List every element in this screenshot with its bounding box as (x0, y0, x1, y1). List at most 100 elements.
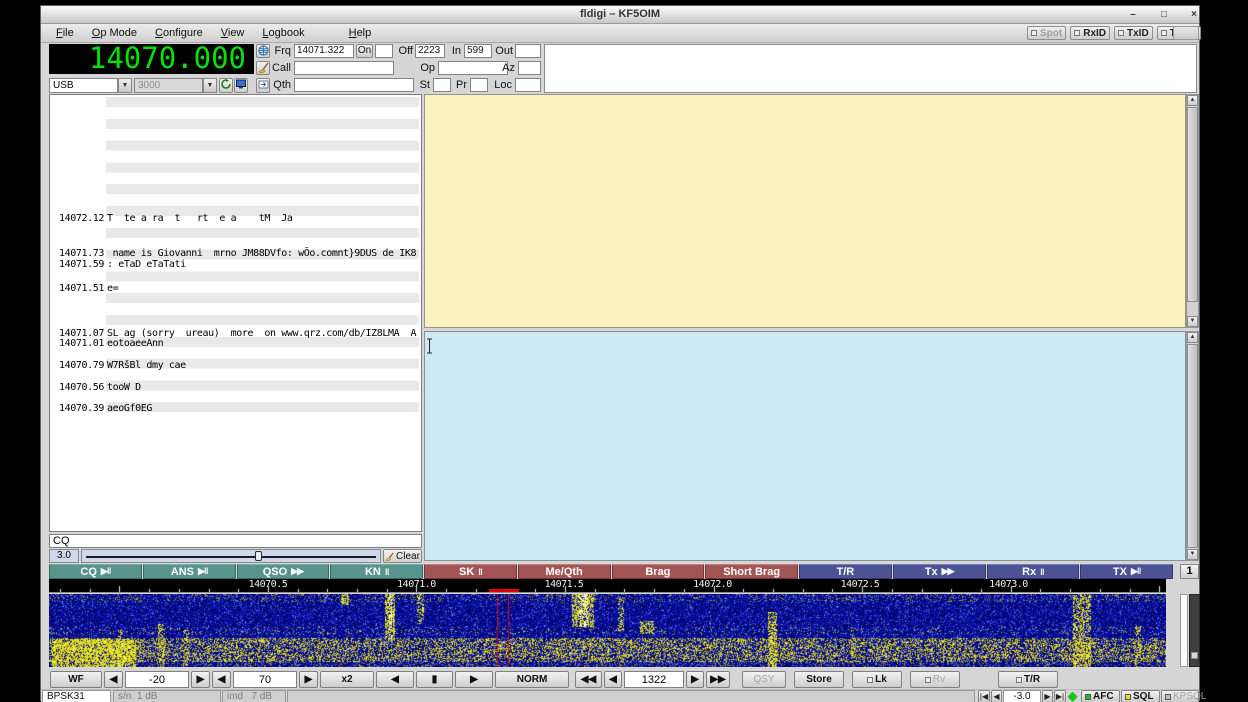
tx-scrollbar-thumb[interactable] (1187, 344, 1198, 548)
wf-upper-value[interactable]: 70 (233, 671, 297, 688)
notes-box[interactable] (544, 44, 1197, 93)
mode-select[interactable]: USB (49, 78, 118, 93)
wf-norm-button[interactable]: NORM (495, 671, 569, 688)
squelch-slider-thumb[interactable] (255, 551, 262, 561)
monitor-icon[interactable] (234, 78, 248, 93)
macro-rx-button[interactable]: Rx‖ (987, 564, 1080, 579)
browser-line[interactable]: 14070.56tooW D (50, 382, 421, 393)
menu-op-mode[interactable]: Op Mode (83, 27, 146, 39)
menu-view[interactable]: View (212, 27, 254, 39)
close-button[interactable]: × (1187, 9, 1201, 21)
op-field[interactable] (438, 61, 508, 75)
wf-hold-button[interactable]: ▮ (416, 671, 453, 688)
st-field[interactable] (433, 78, 451, 92)
clear-button[interactable]: Clear (383, 549, 422, 563)
macro-sk-button[interactable]: SK‖ (424, 564, 517, 579)
rx-scrollbar[interactable]: ▲ ▼ (1186, 94, 1199, 328)
carrier-seek-left-button[interactable]: ◀◀ (575, 671, 602, 688)
wf-lower-value[interactable]: -20 (125, 671, 189, 688)
afc-toggle[interactable]: AFC (1081, 690, 1120, 702)
tr-toggle[interactable]: T/R (998, 671, 1058, 688)
wf-lower-inc-button[interactable]: ▶ (191, 671, 210, 688)
title-bar[interactable]: fldigi – KF5OIM – □ × (41, 6, 1199, 24)
browser-line[interactable]: 14070.79W7RšBl dmy cae (50, 360, 421, 371)
macro-me-qth-button[interactable]: Me/Qth (518, 564, 611, 579)
pr-field[interactable] (470, 78, 488, 92)
afc-step-value[interactable]: -3.0 (1003, 690, 1041, 702)
waterfall-gain-thumb[interactable] (1191, 652, 1198, 659)
menu-help[interactable]: Help (340, 27, 381, 39)
menu-configure[interactable]: Configure (146, 27, 212, 39)
reload-icon[interactable] (219, 78, 233, 93)
squelch-slider[interactable] (81, 549, 381, 563)
in-field[interactable]: 599 (464, 44, 492, 58)
on-button[interactable]: On (356, 44, 373, 58)
carrier-dec-button[interactable]: ◀ (604, 671, 622, 688)
qth-field[interactable] (294, 78, 414, 92)
tx-text-panel[interactable] (424, 331, 1186, 561)
wf-upper-dec-button[interactable]: ◀ (212, 671, 231, 688)
lock-toggle[interactable]: Lk (852, 671, 902, 688)
macro-cq-button[interactable]: CQ▶‖ (49, 564, 142, 579)
macro-t-r-button[interactable]: T/R (799, 564, 892, 579)
txid-toggle[interactable]: TxID (1114, 26, 1153, 40)
rxid-toggle[interactable]: RxID (1070, 26, 1110, 40)
macro-ans-button[interactable]: ANS▶‖ (143, 564, 236, 579)
az-field[interactable] (518, 61, 541, 75)
macro-tx-button[interactable]: TX▶‖ (1080, 564, 1173, 579)
carrier-inc-button[interactable]: ▶ (686, 671, 704, 688)
on-field[interactable] (375, 44, 393, 58)
browser-line[interactable]: 14071.59: eTaD eTaTati (50, 259, 421, 270)
wf-lower-dec-button[interactable]: ◀ (104, 671, 123, 688)
tx-scroll-up-icon[interactable]: ▲ (1187, 332, 1198, 343)
capture-icon[interactable] (256, 78, 270, 93)
menu-file[interactable]: File (47, 27, 83, 39)
mode-status[interactable]: BPSK31 (42, 690, 111, 702)
wf-upper-inc-button[interactable]: ▶ (299, 671, 318, 688)
wf-zoom-button[interactable]: x2 (320, 671, 374, 688)
store-button[interactable]: Store (794, 671, 844, 688)
browser-line[interactable]: 14071.01eotoaeeAnn (50, 338, 421, 349)
macro-short-brag-button[interactable]: Short Brag (705, 564, 798, 579)
afc-first-button[interactable]: |◀ (978, 690, 990, 702)
wf-shift-right-button[interactable]: ▶ (455, 671, 493, 688)
carrier-seek-right-button[interactable]: ▶▶ (706, 671, 730, 688)
wf-shift-left-button[interactable]: ◀ (376, 671, 414, 688)
browser-line[interactable]: 14071.73 name is Giovanni mrno JM88DVfo:… (50, 248, 421, 259)
afc-last-button[interactable]: ▶| (1054, 690, 1066, 702)
browser-line[interactable]: 14071.51e= (50, 283, 421, 294)
globe-icon[interactable] (256, 44, 270, 58)
minimize-button[interactable]: – (1126, 9, 1140, 21)
macro-brag-button[interactable]: Brag (612, 564, 705, 579)
wf-mode-button[interactable]: WF (50, 671, 102, 688)
afc-next-button[interactable]: ▶ (1042, 690, 1053, 702)
browser-line[interactable]: 14072.12T te a ra t rt e a tM Ja (50, 213, 421, 224)
rx-scrollbar-thumb[interactable] (1187, 107, 1198, 302)
mode-select-arrow-icon[interactable]: ▼ (118, 78, 132, 93)
tx-scrollbar[interactable]: ▲ ▼ (1186, 331, 1199, 561)
out-field[interactable] (515, 44, 541, 58)
macro-qso-button[interactable]: QSO▶▶ (237, 564, 330, 579)
waterfall-gain-slider[interactable] (1189, 594, 1200, 667)
loc-field[interactable] (515, 78, 541, 92)
frequency-display[interactable]: 14070.000 (49, 44, 254, 74)
macro-kn-button[interactable]: KN‖ (330, 564, 423, 579)
rx-scroll-up-icon[interactable]: ▲ (1187, 95, 1198, 106)
tx-scroll-down-icon[interactable]: ▼ (1187, 549, 1198, 560)
macro-set-button[interactable]: 1 (1180, 564, 1199, 579)
menu-logbook[interactable]: Logbook (253, 27, 313, 39)
rx-text-panel[interactable] (424, 94, 1186, 328)
waterfall-display[interactable] (49, 594, 1166, 667)
frq-field[interactable]: 14071.322 (294, 44, 354, 58)
afc-prev-button[interactable]: ◀ (991, 690, 1002, 702)
signal-browser[interactable]: 14072.12T te a ra t rt e a tM Ja 14071.73… (49, 94, 422, 532)
off-field[interactable]: 2223 (415, 44, 445, 58)
carrier-value[interactable]: 1322 (624, 671, 684, 688)
call-field[interactable] (294, 61, 394, 75)
maximize-button[interactable]: □ (1157, 9, 1171, 21)
rx-scroll-down-icon[interactable]: ▼ (1187, 316, 1198, 327)
browser-line[interactable]: 14070.39aeoGf0EG (50, 403, 421, 414)
tx-entry-line[interactable]: CQ (49, 534, 422, 548)
sql-toggle[interactable]: SQL (1121, 690, 1160, 702)
macro-tx-button[interactable]: Tx▶▶ (893, 564, 986, 579)
